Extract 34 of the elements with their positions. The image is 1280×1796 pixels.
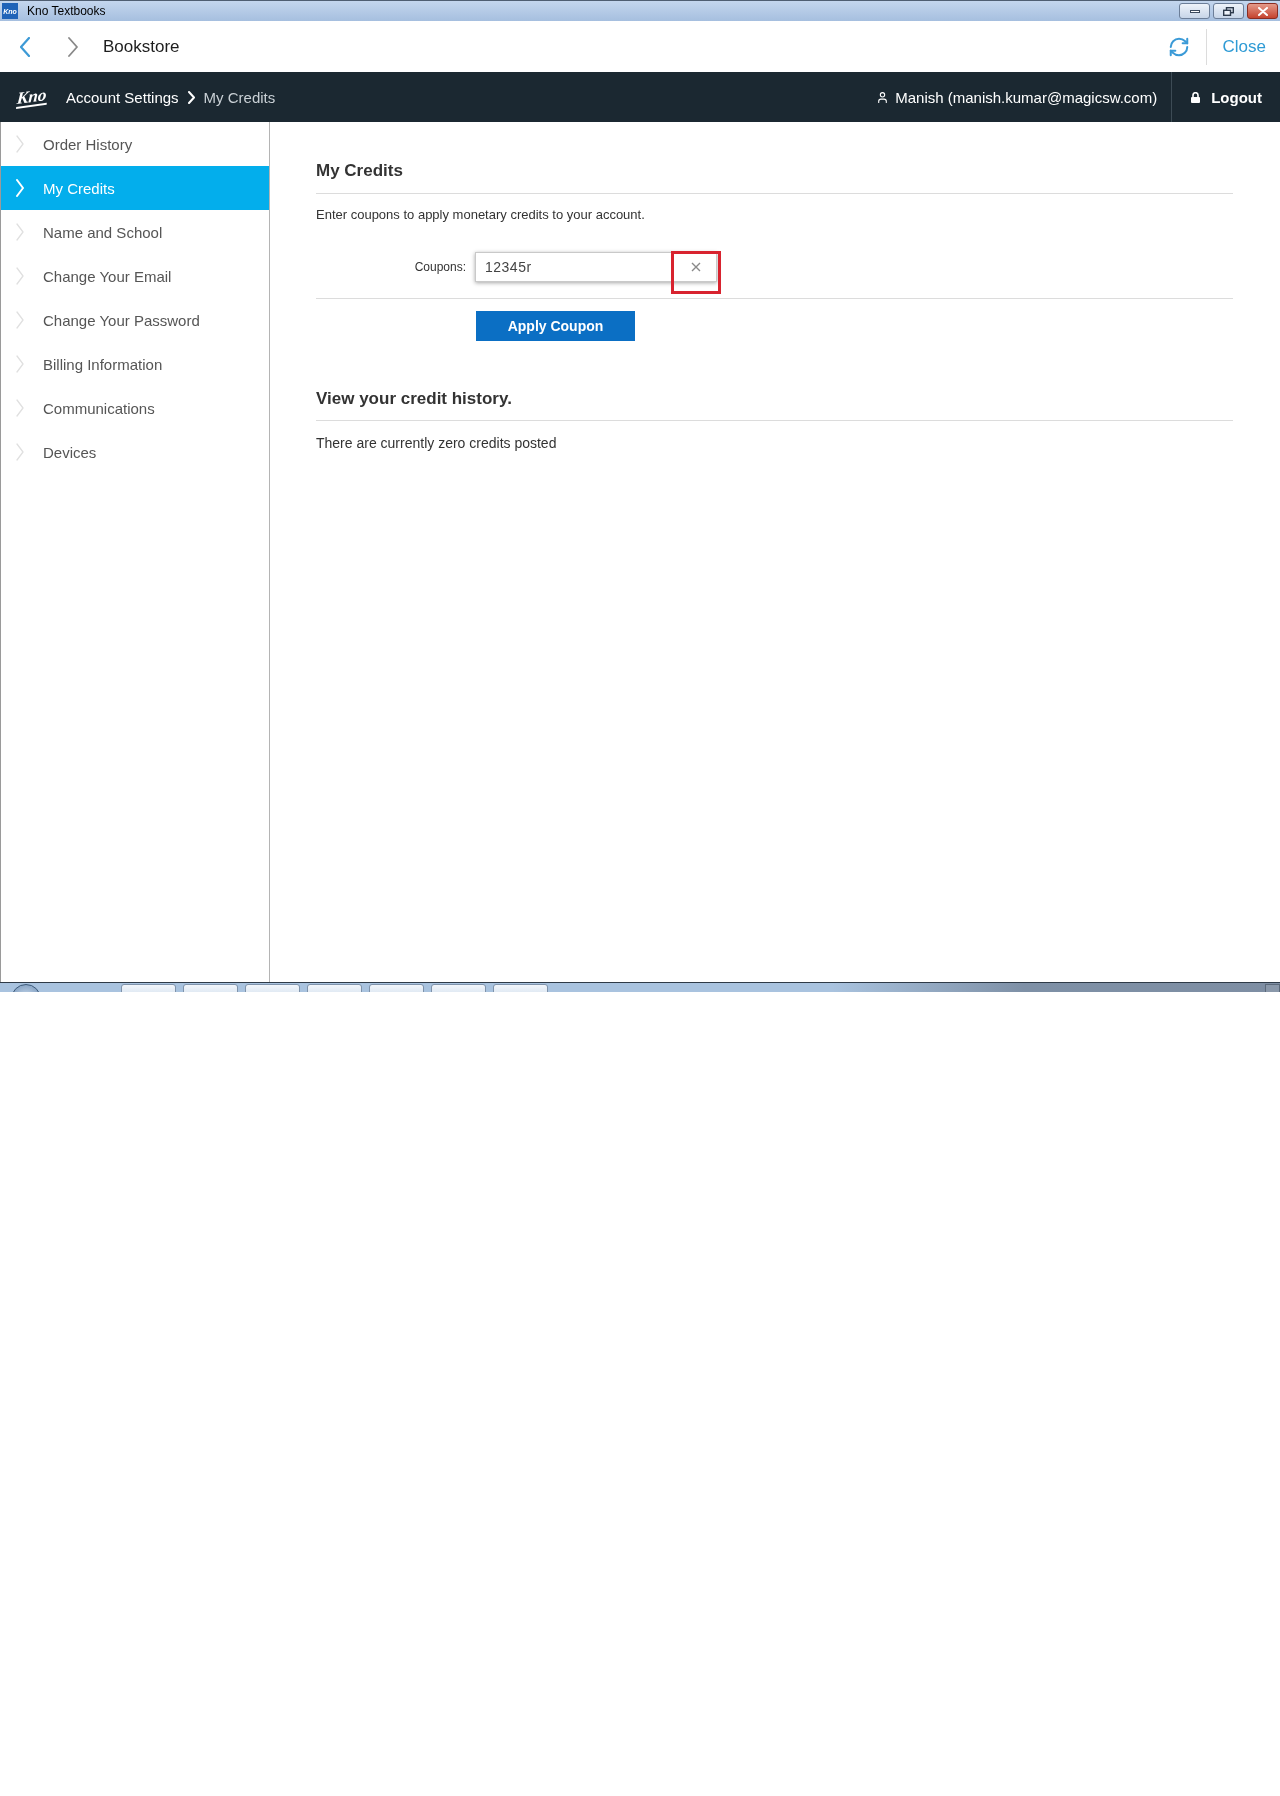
chevron-icon [187, 90, 195, 104]
chevron-icon [16, 355, 24, 373]
forward-icon [68, 36, 78, 57]
minimize-icon [1189, 9, 1200, 13]
apply-coupon-button[interactable]: Apply Coupon [476, 311, 635, 341]
chevron-icon [16, 399, 24, 417]
breadcrumb-link[interactable]: My Credits [203, 88, 276, 106]
section-heading: My Credits [316, 160, 1233, 194]
chevron-icon [16, 443, 24, 461]
logo: Kno [16, 85, 48, 109]
window-title: Kno Textbooks [27, 4, 106, 18]
restore-icon [1223, 6, 1234, 16]
chevron-icon [16, 223, 24, 241]
breadcrumb-link[interactable]: Account Settings [66, 88, 179, 106]
close-icon [1257, 6, 1268, 16]
lock-icon [1191, 91, 1201, 103]
back-icon [20, 36, 30, 57]
page-title: Bookstore [103, 36, 180, 57]
coupons-label: Coupons: [413, 260, 466, 274]
chevron-icon [16, 267, 24, 285]
chevron-icon [16, 311, 24, 329]
intro-text: Enter coupons to apply monetary credits to your account. [316, 207, 646, 223]
chevron-icon [16, 179, 24, 197]
chevron-icon [16, 135, 24, 153]
minimize-button[interactable] [1179, 3, 1210, 19]
section-heading: View your credit history. [316, 388, 1233, 421]
user-account: Manish (manish.kumar@magicsw.com) [895, 88, 1158, 106]
empty-message: There are currently zero credits posted [316, 434, 558, 452]
restore-button[interactable] [1213, 3, 1244, 19]
refresh-icon [1167, 35, 1190, 58]
close-icon [691, 262, 701, 272]
user-icon [876, 90, 890, 104]
close-window-button[interactable] [1247, 3, 1278, 19]
logout-button[interactable]: Logout [1172, 72, 1280, 122]
